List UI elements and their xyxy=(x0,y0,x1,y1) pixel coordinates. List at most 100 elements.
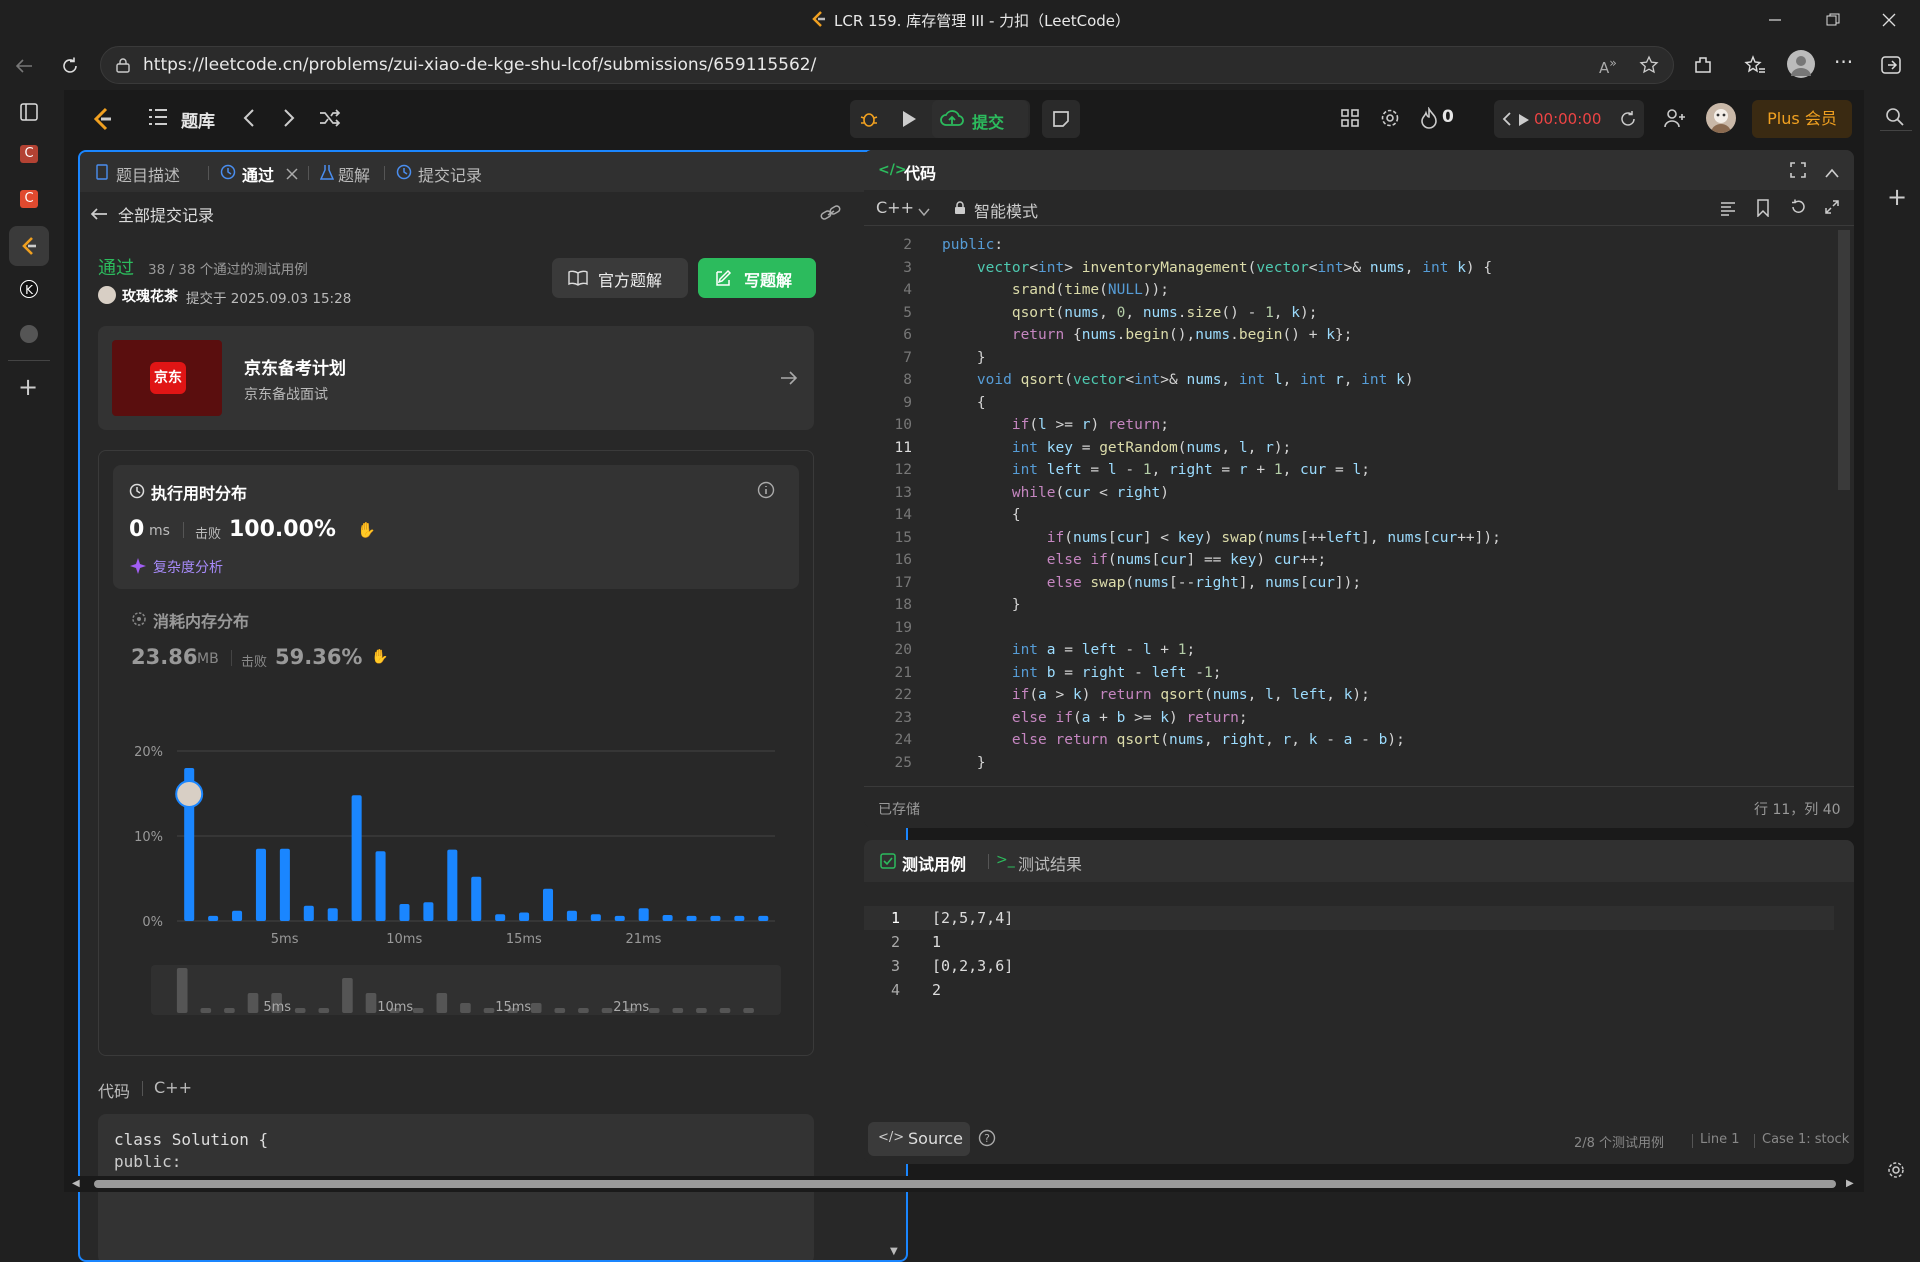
favorite-star-icon[interactable] xyxy=(1639,55,1659,79)
tab-accepted[interactable]: 通过 xyxy=(242,162,274,186)
editor-scrollbar[interactable] xyxy=(1838,230,1850,780)
tab-submissions[interactable]: 提交记录 xyxy=(418,162,482,186)
distribution-bar[interactable] xyxy=(471,876,482,921)
distribution-bar[interactable] xyxy=(758,915,769,921)
distribution-bar[interactable] xyxy=(662,915,673,921)
smart-mode-toggle[interactable]: 智能模式 xyxy=(974,198,1038,222)
tab-actions-icon[interactable] xyxy=(19,102,39,126)
tab-testcases[interactable]: 测试用例 xyxy=(902,851,966,875)
add-sidebar-plus-icon[interactable]: + xyxy=(1887,183,1907,211)
distribution-bar[interactable] xyxy=(734,915,745,921)
distribution-bar[interactable] xyxy=(566,910,577,921)
settings-icon[interactable] xyxy=(1380,108,1400,132)
streak-fire-icon[interactable] xyxy=(1420,106,1438,133)
debug-bug-icon[interactable] xyxy=(850,100,888,138)
code-line[interactable]: 3 vector<int> inventoryManagement(vector… xyxy=(864,257,1834,280)
format-icon[interactable] xyxy=(1720,200,1736,220)
distribution-bar[interactable] xyxy=(255,848,266,921)
code-line[interactable]: 18 } xyxy=(864,594,1834,617)
address-bar[interactable]: https://leetcode.cn/problems/zui-xiao-de… xyxy=(100,46,1674,84)
restore-icon[interactable] xyxy=(1818,6,1848,34)
read-aloud-icon[interactable]: A» xyxy=(1599,55,1617,77)
complexity-analysis-link[interactable]: 复杂度分析 xyxy=(153,557,223,577)
tab-favicon-k[interactable]: K xyxy=(20,280,38,298)
memory-title[interactable]: 消耗内存分布 xyxy=(153,608,249,632)
code-line[interactable]: 7 } xyxy=(864,347,1834,370)
user-avatar[interactable] xyxy=(1706,103,1736,133)
close-tab-icon[interactable] xyxy=(286,165,298,184)
language-select[interactable]: C++ xyxy=(876,198,914,217)
share-link-icon[interactable] xyxy=(820,204,842,226)
distribution-bar[interactable] xyxy=(303,905,314,921)
distribution-bar[interactable] xyxy=(351,795,362,921)
problem-bank-link[interactable]: 题库 xyxy=(181,107,215,132)
code-line[interactable]: 9 { xyxy=(864,392,1834,415)
distribution-bar[interactable] xyxy=(423,902,434,921)
page-horizontal-scrollbar[interactable]: ◀ ▶ xyxy=(64,1176,1864,1192)
distribution-bar[interactable] xyxy=(614,915,625,921)
code-line[interactable]: 21 int b = right - left -1; xyxy=(864,662,1834,685)
tab-leetcode-active[interactable] xyxy=(9,226,49,266)
run-play-icon[interactable] xyxy=(890,100,928,138)
runtime-distribution-chart[interactable]: 20% 10% 0% 5ms 10ms 15ms 21ms xyxy=(99,711,813,961)
leetcode-logo-icon[interactable] xyxy=(90,106,114,136)
all-submissions-link[interactable]: 全部提交记录 xyxy=(118,202,214,226)
submitter-name[interactable]: 玫瑰花茶 xyxy=(122,286,178,306)
promo-card[interactable]: 京东 京东备考计划 京东备战面试 xyxy=(98,326,814,430)
code-area[interactable]: 2 public: 3 vector<int> inventoryManagemen… xyxy=(864,234,1834,784)
code-line[interactable]: 8 void qsort(vector<int>& nums, int l, i… xyxy=(864,369,1834,392)
expand-editor-icon[interactable] xyxy=(1824,199,1840,219)
distribution-bar[interactable] xyxy=(399,904,410,921)
distribution-bar[interactable] xyxy=(686,915,697,921)
favorites-icon[interactable] xyxy=(1744,54,1766,80)
distribution-bar[interactable] xyxy=(519,912,530,922)
notes-icon[interactable] xyxy=(1042,100,1080,138)
back-arrow-icon[interactable] xyxy=(10,52,38,80)
plus-membership-button[interactable]: Plus 会员 xyxy=(1752,100,1852,138)
code-line[interactable]: 25 } xyxy=(864,752,1834,775)
tab-favicon-github[interactable] xyxy=(20,325,38,343)
code-line[interactable]: 4 srand(time(NULL)); xyxy=(864,279,1834,302)
code-line[interactable]: 10 if(l >= r) return; xyxy=(864,414,1834,437)
tab-description[interactable]: 题目描述 xyxy=(116,162,180,186)
add-friend-icon[interactable] xyxy=(1664,108,1686,132)
shuffle-icon[interactable] xyxy=(319,108,341,132)
extensions-icon[interactable] xyxy=(1692,54,1714,80)
distribution-bar[interactable] xyxy=(590,914,601,921)
code-line[interactable]: 12 int left = l - 1, right = r + 1, cur … xyxy=(864,459,1834,482)
tab-test-result[interactable]: 测试结果 xyxy=(1018,851,1082,875)
sidebar-toggle-icon[interactable] xyxy=(1880,54,1902,80)
distribution-bar[interactable] xyxy=(495,914,506,921)
code-line[interactable]: 20 int a = left - l + 1; xyxy=(864,639,1834,662)
code-line[interactable]: 19 xyxy=(864,617,1834,640)
code-line[interactable]: 5 qsort(nums, 0, nums.size() - 1, k); xyxy=(864,302,1834,325)
profile-avatar[interactable] xyxy=(1787,50,1815,78)
code-line[interactable]: 16 else if(nums[cur] == key) cur++; xyxy=(864,549,1834,572)
collapse-timer-chevron-icon[interactable] xyxy=(1502,111,1512,131)
testcase-line[interactable]: 42 xyxy=(864,978,1834,1002)
back-arrow-icon[interactable] xyxy=(90,206,108,225)
distribution-bar[interactable] xyxy=(710,915,721,921)
code-line[interactable]: 13 while(cur < right) xyxy=(864,482,1834,505)
official-solution-button[interactable]: 官方题解 xyxy=(552,258,688,298)
prev-problem-chevron-icon[interactable] xyxy=(242,108,256,132)
search-icon[interactable] xyxy=(1884,106,1906,132)
distribution-range-slider[interactable]: 5ms 10ms 15ms 21ms xyxy=(151,965,781,1015)
distribution-bar[interactable] xyxy=(279,848,290,921)
settings-gear-icon[interactable] xyxy=(1886,1160,1906,1184)
testcase-line[interactable]: 21 xyxy=(864,930,1834,954)
distribution-bar[interactable] xyxy=(638,908,649,921)
timer-reset-icon[interactable] xyxy=(1619,110,1637,132)
new-tab-plus-icon[interactable]: + xyxy=(18,373,38,401)
reload-icon[interactable] xyxy=(56,52,84,80)
tab-favicon-c2[interactable]: C xyxy=(20,190,38,208)
testcase-line[interactable]: 3 [0,2,3,6] xyxy=(864,954,1834,978)
testcase-line[interactable]: 1 [2,5,7,4] xyxy=(864,906,1834,930)
write-solution-button[interactable]: 写题解 xyxy=(698,258,816,298)
testcase-input-area[interactable]: 1 [2,5,7,4] 2 1 3 [0,2,3,6] 4 2 xyxy=(864,906,1834,1002)
distribution-bar[interactable] xyxy=(542,888,554,921)
tab-solutions[interactable]: 题解 xyxy=(338,162,370,186)
tab-favicon-c1[interactable]: C xyxy=(20,145,38,163)
chevron-down-icon[interactable] xyxy=(918,202,930,221)
distribution-bar[interactable] xyxy=(232,910,243,921)
